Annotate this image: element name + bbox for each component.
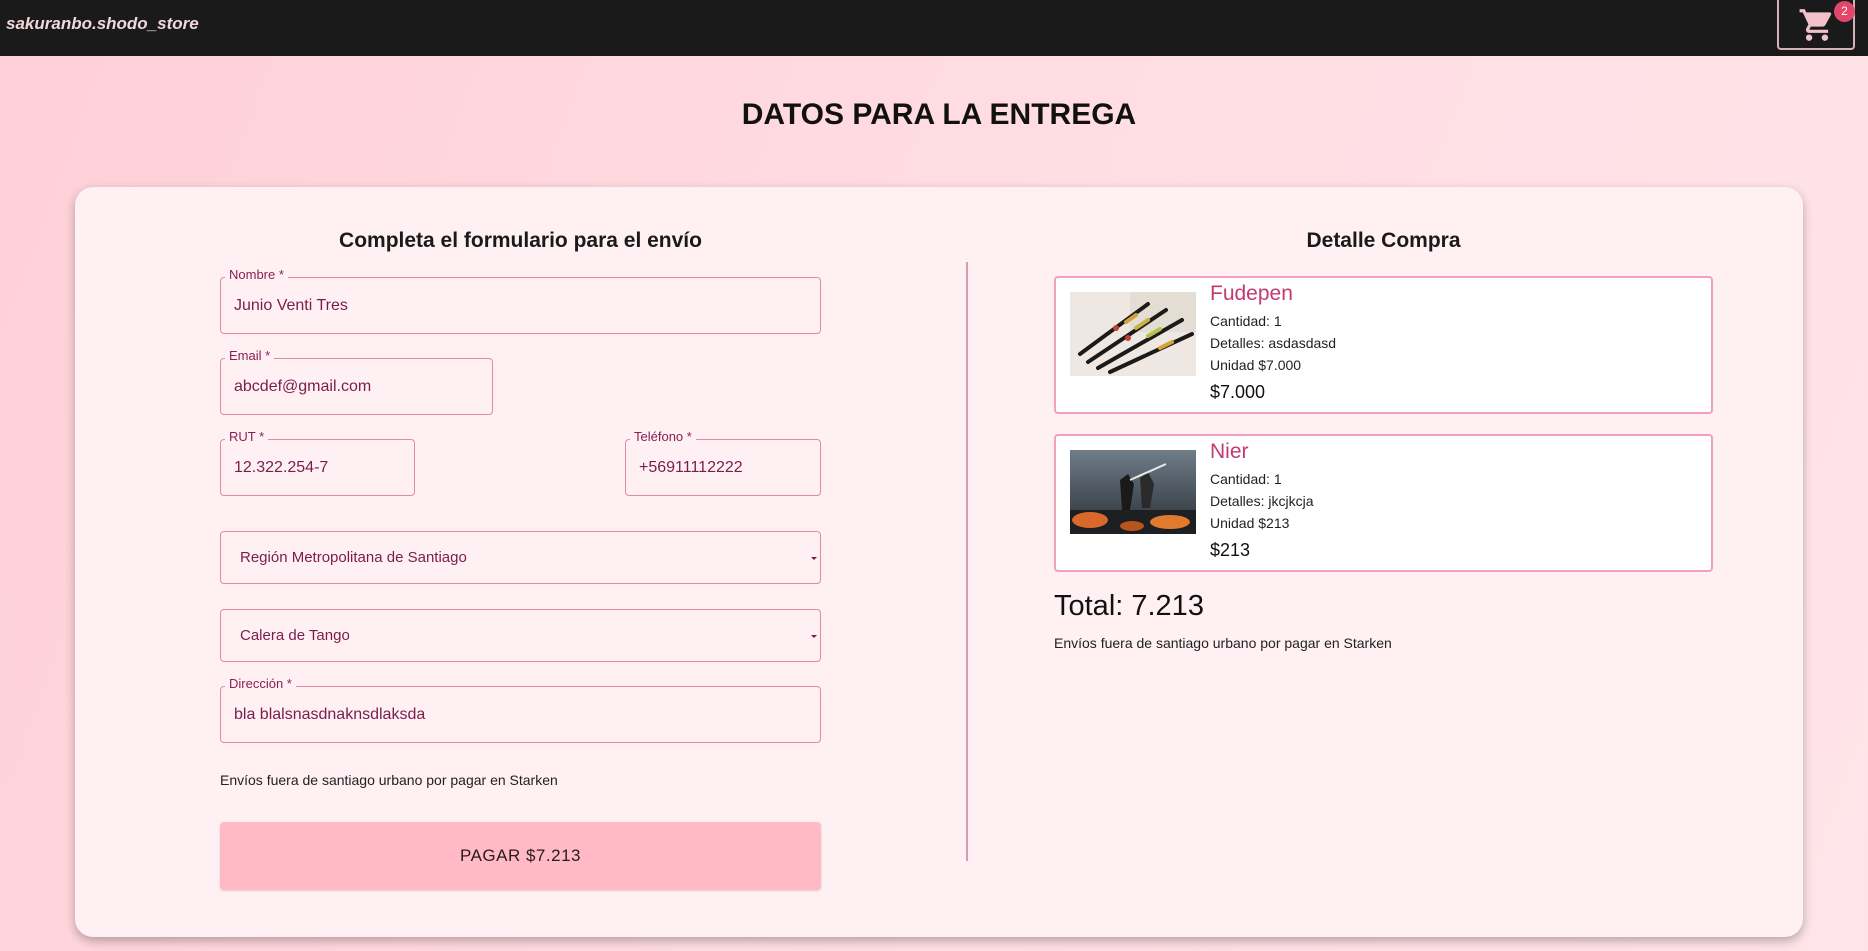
direccion-field[interactable]: Dirección * bla blalsnasdnaknsdlaksda [220,676,821,743]
rut-field[interactable]: RUT * 12.322.254-7 [220,429,415,496]
region-select[interactable]: Región Metropolitana de Santiago [220,531,821,584]
comuna-select[interactable]: Calera de Tango [220,609,821,662]
telefono-field[interactable]: Teléfono * +56911112222 [625,429,821,496]
item-details: Detalles: jkcjkcja [1210,493,1314,509]
cart-count-badge: 2 [1834,1,1855,22]
item-name: Fudepen [1210,282,1293,305]
summary-shipping-note: Envíos fuera de santiago urbano por paga… [1054,635,1392,651]
cart-item: Fudepen Cantidad: 1 Detalles: asdasdasd … [1054,276,1713,414]
pay-button[interactable]: PAGAR $7.213 [220,822,821,890]
chevron-down-icon [811,556,817,560]
item-unit-price: Unidad $213 [1210,515,1290,531]
item-name: Nier [1210,440,1249,463]
form-title: Completa el formulario para el envío [339,229,702,252]
region-value: Región Metropolitana de Santiago [240,549,467,566]
summary-title: Detalle Compra [1306,229,1461,252]
chevron-down-icon [811,634,817,638]
item-details: Detalles: asdasdasd [1210,335,1337,351]
email-field[interactable]: Email * abcdef@gmail.com [220,348,493,415]
telefono-value: +56911112222 [639,458,743,476]
cart-button[interactable]: 2 [1777,0,1855,50]
product-image-nier [1070,450,1196,534]
brand-logo[interactable]: sakuranbo.shodo_store [6,14,199,34]
shopping-cart-icon [1799,9,1832,41]
item-quantity: Cantidad: 1 [1210,313,1282,329]
item-quantity: Cantidad: 1 [1210,471,1282,487]
nombre-value: Junio Venti Tres [234,296,348,314]
product-image-fudepen [1070,292,1196,376]
cart-item: Nier Cantidad: 1 Detalles: jkcjkcja Unid… [1054,434,1713,572]
top-navbar: sakuranbo.shodo_store 2 [0,0,1868,56]
item-price: $7.000 [1210,382,1266,402]
item-price: $213 [1210,540,1251,560]
comuna-value: Calera de Tango [240,627,350,644]
page-title: DATOS PARA LA ENTREGA [741,98,1137,131]
direccion-value: bla blalsnasdnaknsdlaksda [234,705,426,723]
divider [966,262,968,861]
email-value: abcdef@gmail.com [234,377,372,395]
order-total: Total: 7.213 [1054,590,1204,622]
shipping-note: Envíos fuera de santiago urbano por paga… [220,772,558,788]
nombre-field[interactable]: Nombre * Junio Venti Tres [220,267,821,334]
rut-value: 12.322.254-7 [234,458,329,476]
item-unit-price: Unidad $7.000 [1210,357,1302,373]
